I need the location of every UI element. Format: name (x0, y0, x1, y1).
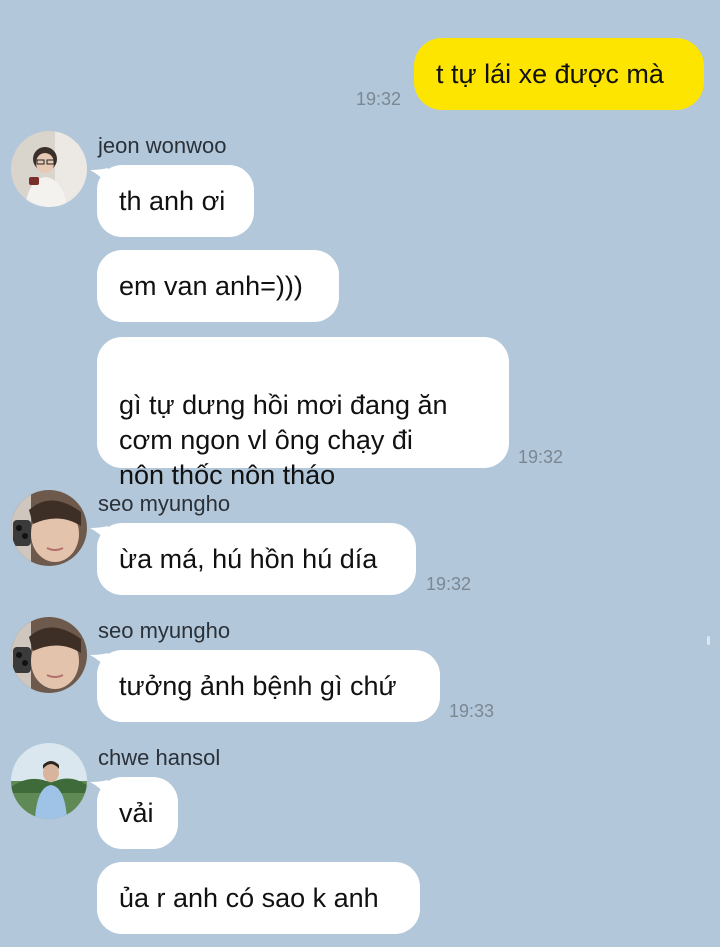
message-text: th anh ơi (119, 185, 226, 216)
message-bubble[interactable]: ừa má, hú hồn hú día (97, 523, 416, 595)
message-bubble[interactable]: tưởng ảnh bệnh gì chứ (97, 650, 440, 722)
message-bubble[interactable]: vải (97, 777, 178, 849)
scrollbar-indicator[interactable] (707, 636, 710, 645)
avatar-seo-myungho[interactable] (11, 617, 87, 693)
message-text: t tự lái xe được mà (436, 58, 664, 89)
message-text: tưởng ảnh bệnh gì chứ (119, 670, 397, 701)
message-text: ủa r anh có sao k anh (119, 882, 379, 913)
message-text: ừa má, hú hồn hú día (119, 543, 378, 574)
person-avatar-icon (11, 131, 87, 207)
message-time: 19:32 (518, 447, 564, 467)
person-avatar-icon (11, 617, 87, 693)
message-bubble[interactable]: th anh ơi (97, 165, 254, 237)
sender-name: chwe hansol (98, 745, 221, 770)
sender-name: jeon wonwoo (98, 133, 227, 158)
sender-name: seo myungho (98, 618, 231, 643)
message-text: gì tự dưng hồi mơi đang ăn cơm ngon vl ô… (119, 390, 448, 490)
message-bubble[interactable]: em van anh=))) (97, 250, 339, 322)
sender-name: seo myungho (98, 491, 231, 516)
message-text: vải (119, 797, 154, 828)
avatar-seo-myungho[interactable] (11, 490, 87, 566)
message-time: 19:32 (356, 89, 402, 109)
person-avatar-icon (11, 743, 87, 819)
message-text: em van anh=))) (119, 270, 303, 301)
person-avatar-icon (11, 490, 87, 566)
avatar-chwe-hansol[interactable] (11, 743, 87, 819)
message-bubble-mine[interactable]: t tự lái xe được mà (414, 38, 704, 110)
message-time: 19:32 (426, 574, 472, 594)
avatar-jeon-wonwoo[interactable] (11, 131, 87, 207)
message-bubble[interactable]: gì tự dưng hồi mơi đang ăn cơm ngon vl ô… (97, 337, 509, 490)
message-bubble[interactable]: ủa r anh có sao k anh (97, 862, 420, 934)
message-time: 19:33 (449, 701, 495, 721)
message-row-mine: 19:32 t tự lái xe được mà (0, 0, 720, 115)
